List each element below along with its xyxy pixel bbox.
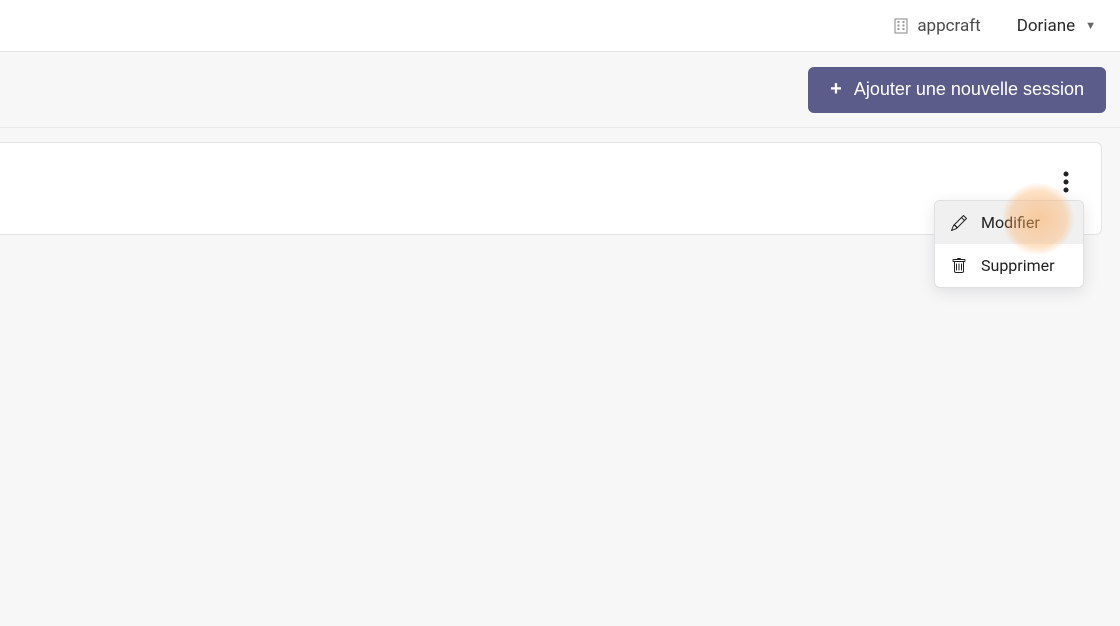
organization-name: appcraft [917,16,980,36]
menu-item-label: Modifier [981,213,1040,232]
chevron-down-icon: ▼ [1085,19,1096,32]
add-session-button[interactable]: + Ajouter une nouvelle session [808,67,1106,113]
action-bar: + Ajouter une nouvelle session [0,52,1120,128]
edit-icon [951,215,967,231]
top-header: appcraft Doriane ▼ [0,0,1120,52]
organization-block[interactable]: appcraft [893,16,980,36]
add-session-label: Ajouter une nouvelle session [854,79,1084,100]
more-options-button[interactable] [1059,167,1073,200]
context-menu: Modifier Supprimer [934,200,1084,288]
menu-item-supprimer[interactable]: Supprimer [935,244,1083,287]
menu-item-label: Supprimer [981,256,1055,275]
user-menu[interactable]: Doriane ▼ [1017,16,1096,36]
plus-icon: + [830,78,842,101]
more-vertical-icon [1063,171,1069,193]
building-icon [893,18,909,34]
trash-icon [951,258,967,274]
menu-item-modifier[interactable]: Modifier [935,201,1083,244]
user-name: Doriane [1017,16,1075,36]
